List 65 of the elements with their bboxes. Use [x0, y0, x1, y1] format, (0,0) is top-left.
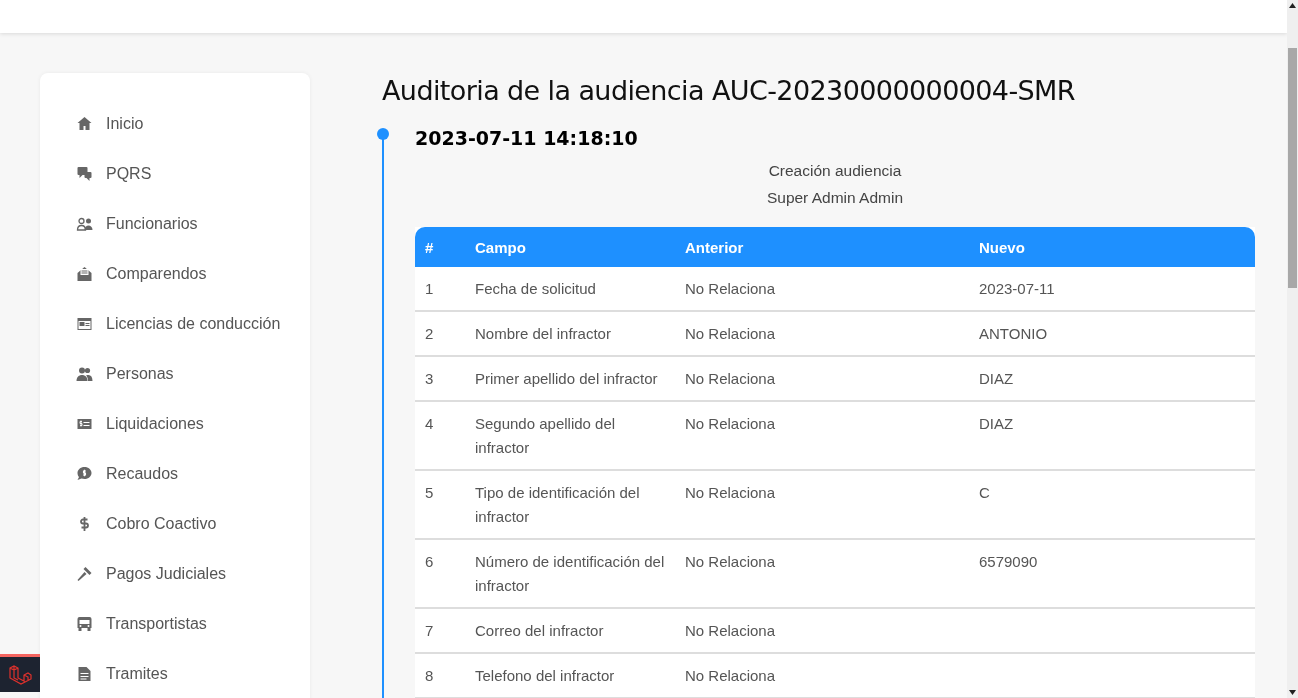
people-icon — [75, 366, 94, 382]
scroll-up-icon[interactable] — [1289, 3, 1296, 8]
table-cell: 3 — [415, 356, 465, 401]
timeline-dot — [377, 128, 389, 140]
table-cell: Correo del infractor — [465, 608, 675, 653]
table-cell: No Relaciona — [675, 356, 969, 401]
sidebar-item[interactable]: PQRS — [75, 149, 310, 199]
table-cell: No Relaciona — [675, 653, 969, 698]
sidebar-item[interactable]: Personas — [75, 349, 310, 399]
scrollbar-thumb[interactable] — [1288, 48, 1297, 288]
page-title: Auditoria de la audiencia AUC-20230000000004-SMR — [382, 75, 1076, 106]
table-cell: DIAZ — [969, 401, 1255, 470]
table-cell: No Relaciona — [675, 267, 969, 311]
table-cell: 4 — [415, 401, 465, 470]
bus-icon — [75, 616, 94, 632]
sidebar-item[interactable]: Funcionarios — [75, 199, 310, 249]
sidebar-item[interactable]: Cobro Coactivo — [75, 499, 310, 549]
table-cell: Telefono del infractor — [465, 653, 675, 698]
column-header: Anterior — [675, 227, 969, 267]
table-cell: Fecha de solicitud — [465, 267, 675, 311]
scroll-down-icon[interactable] — [1289, 690, 1296, 695]
table-cell: 5 — [415, 470, 465, 539]
sidebar-item[interactable]: Transportistas — [75, 599, 310, 649]
money-chat-icon — [75, 466, 94, 482]
sidebar-item[interactable]: Liquidaciones — [75, 399, 310, 449]
entry-action: Creación audiencia — [768, 162, 902, 179]
users-icon — [75, 216, 94, 232]
entry-user: Super Admin Admin — [766, 189, 904, 206]
money-card-icon — [75, 416, 94, 432]
table-cell: No Relaciona — [675, 470, 969, 539]
id-card-icon — [75, 316, 94, 332]
table-cell: No Relaciona — [675, 608, 969, 653]
sidebar-item[interactable]: Inicio — [75, 99, 310, 149]
table-cell: Número de identificación del infractor — [465, 539, 675, 608]
chat-question-icon — [75, 166, 94, 182]
column-header: Nuevo — [969, 227, 1255, 267]
table-cell: 1 — [415, 267, 465, 311]
table-cell: No Relaciona — [675, 401, 969, 470]
sidebar-item[interactable]: Tramites — [75, 649, 310, 698]
table-cell: 6579090 — [969, 539, 1255, 608]
table-cell: 8 — [415, 653, 465, 698]
sidebar-item[interactable]: Licencias de conducción — [75, 299, 310, 349]
debug-bar-button[interactable] — [0, 654, 40, 692]
table-cell: Primer apellido del infractor — [465, 356, 675, 401]
table-cell: C — [969, 470, 1255, 539]
table-cell: 7 — [415, 608, 465, 653]
sidebar-item[interactable]: Comparendos — [75, 249, 310, 299]
sidebar-item[interactable]: Recaudos — [75, 449, 310, 499]
table-cell: 2 — [415, 311, 465, 356]
column-header: Campo — [465, 227, 675, 267]
table-cell: Nombre del infractor — [465, 311, 675, 356]
table-cell: Tipo de identificación del infractor — [465, 470, 675, 539]
home-icon — [75, 116, 94, 132]
table-cell: Segundo apellido del infractor — [465, 401, 675, 470]
gavel-icon — [75, 566, 94, 582]
table-cell: No Relaciona — [675, 311, 969, 356]
table-cell: ANTONIO — [969, 311, 1255, 356]
table-cell: No Relaciona — [675, 539, 969, 608]
column-header: # — [415, 227, 465, 267]
table-cell: 6 — [415, 539, 465, 608]
envelope-icon — [75, 266, 94, 282]
table-cell: 2023-07-11 — [969, 267, 1255, 311]
sidebar-item[interactable]: Pagos Judiciales — [75, 549, 310, 599]
table-cell: DIAZ — [969, 356, 1255, 401]
entry-timestamp: 2023-07-11 14:18:10 — [415, 127, 639, 149]
